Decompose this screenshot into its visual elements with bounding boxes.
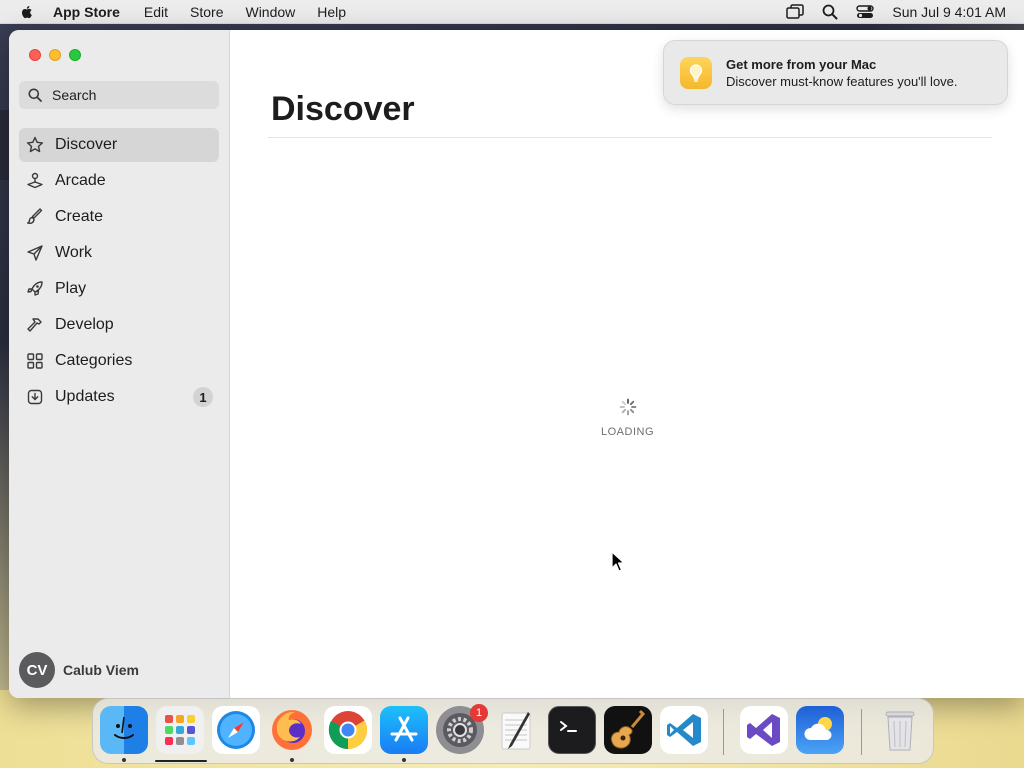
textedit-icon[interactable] xyxy=(492,706,540,754)
apple-icon[interactable] xyxy=(19,4,35,20)
dock: 1 xyxy=(92,698,934,764)
control-center-icon[interactable] xyxy=(856,5,875,19)
hammer-icon xyxy=(25,315,45,335)
garageband-icon[interactable] xyxy=(604,706,652,754)
account-button[interactable]: CV Calub Viem xyxy=(19,652,139,688)
dock-hover-indicator xyxy=(155,760,207,762)
sidebar-item-play[interactable]: Play xyxy=(19,272,219,306)
sidebar-item-label: Updates xyxy=(55,388,115,405)
sidebar-item-label: Create xyxy=(55,208,104,225)
mouse-cursor-icon xyxy=(611,551,625,572)
notification-title: Get more from your Mac xyxy=(726,57,877,72)
sidebar-item-updates[interactable]: Updates 1 xyxy=(19,380,219,414)
sidebar-item-label: Work xyxy=(55,244,93,261)
sidebar-item-categories[interactable]: Categories xyxy=(19,344,219,378)
running-indicator xyxy=(290,758,294,762)
star-icon xyxy=(25,135,45,155)
sidebar-item-label: Arcade xyxy=(55,172,106,189)
lightbulb-icon xyxy=(680,57,712,89)
menu-edit[interactable]: Edit xyxy=(144,4,168,20)
wallpaper-edge xyxy=(0,110,9,180)
sidebar-item-label: Categories xyxy=(55,352,133,369)
menu-window[interactable]: Window xyxy=(245,4,295,20)
visual-studio-icon[interactable] xyxy=(740,706,788,754)
updates-badge: 1 xyxy=(193,387,213,407)
dock-separator xyxy=(723,709,724,755)
loading-text: LOADING xyxy=(600,426,654,438)
loading-indicator: LOADING xyxy=(231,398,1024,440)
account-name: Calub Viem xyxy=(63,662,139,678)
page-title: Discover xyxy=(271,90,415,128)
notification-banner[interactable]: Get more from your Mac Discover must-kno… xyxy=(663,40,1008,105)
firefox-icon[interactable] xyxy=(268,706,316,754)
search-field[interactable] xyxy=(19,81,219,109)
sidebar: Discover Arcade Create Work xyxy=(9,30,230,698)
sidebar-item-create[interactable]: Create xyxy=(19,200,219,234)
trash-icon[interactable] xyxy=(876,706,924,754)
dock-separator xyxy=(861,709,862,755)
weather-icon[interactable] xyxy=(796,706,844,754)
settings-notification-badge: 1 xyxy=(470,704,488,722)
sidebar-item-develop[interactable]: Develop xyxy=(19,308,219,342)
close-button[interactable] xyxy=(29,49,41,61)
search-icon xyxy=(28,88,42,102)
title-divider xyxy=(268,137,992,138)
notification-body: Discover must-know features you'll love. xyxy=(726,74,958,89)
finder-icon[interactable] xyxy=(100,706,148,754)
menu-help[interactable]: Help xyxy=(317,4,346,20)
safari-icon[interactable] xyxy=(212,706,260,754)
minimize-button[interactable] xyxy=(49,49,61,61)
running-indicator xyxy=(122,758,126,762)
paperplane-icon xyxy=(25,243,45,263)
app-store-icon[interactable] xyxy=(380,706,428,754)
launchpad-icon[interactable] xyxy=(156,706,204,754)
sidebar-item-label: Play xyxy=(55,280,87,297)
menu-bar-clock[interactable]: Sun Jul 9 4:01 AM xyxy=(892,4,1006,20)
main-content: Discover LOADING xyxy=(231,30,1024,698)
window-controls xyxy=(29,49,81,61)
spinner-icon xyxy=(619,398,636,416)
sidebar-item-work[interactable]: Work xyxy=(19,236,219,270)
vscode-icon[interactable] xyxy=(660,706,708,754)
screen-mirroring-icon[interactable] xyxy=(786,4,805,20)
menu-store[interactable]: Store xyxy=(190,4,223,20)
spotlight-search-icon[interactable] xyxy=(822,4,838,20)
sidebar-item-arcade[interactable]: Arcade xyxy=(19,164,219,198)
menu-app-store[interactable]: App Store xyxy=(53,4,120,20)
terminal-icon[interactable] xyxy=(548,706,596,754)
sidebar-item-label: Discover xyxy=(55,136,118,153)
chrome-icon[interactable] xyxy=(324,706,372,754)
avatar: CV xyxy=(19,652,55,688)
app-store-window: Discover Arcade Create Work xyxy=(9,30,1024,698)
sidebar-item-discover[interactable]: Discover xyxy=(19,128,219,162)
running-indicator xyxy=(402,758,406,762)
sidebar-nav: Discover Arcade Create Work Play Develop… xyxy=(19,128,219,416)
sidebar-item-label: Develop xyxy=(55,316,114,333)
download-icon xyxy=(25,387,45,407)
paintbrush-icon xyxy=(25,207,45,227)
menu-bar: App Store Edit Store Window Help Sun Jul… xyxy=(0,0,1024,24)
maximize-button[interactable] xyxy=(69,49,81,61)
search-input[interactable] xyxy=(52,87,202,103)
grid-icon xyxy=(25,351,45,371)
joystick-icon xyxy=(25,171,45,191)
rocket-icon xyxy=(25,279,45,299)
